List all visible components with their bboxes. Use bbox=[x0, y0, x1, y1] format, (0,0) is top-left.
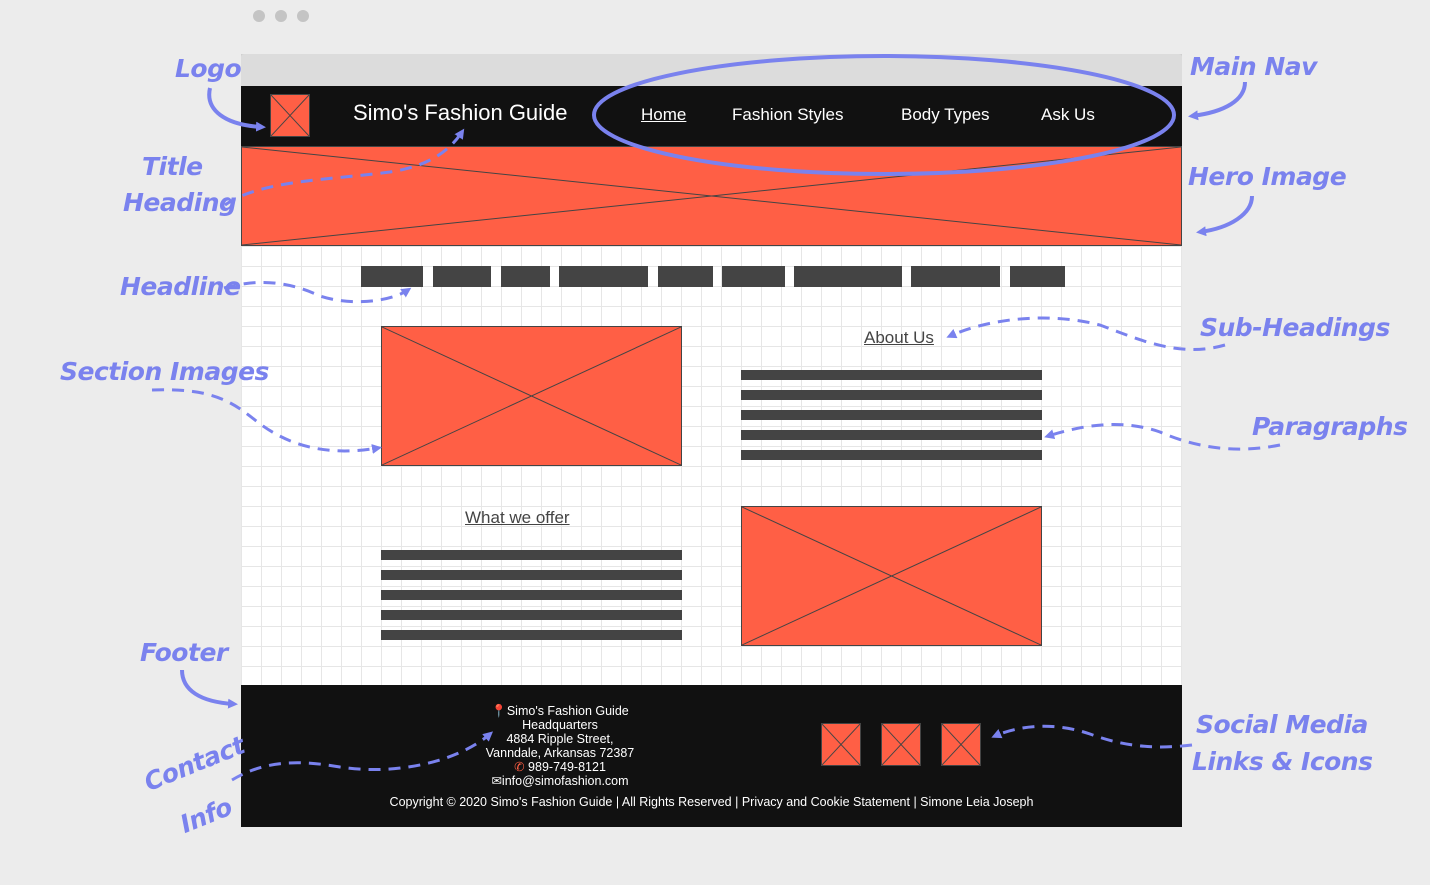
annotation-title-line1: Title bbox=[142, 152, 203, 181]
annotation-main-nav: Main Nav bbox=[1190, 52, 1317, 81]
annotation-social-line2: Links & Icons bbox=[1192, 747, 1373, 776]
social-media-icon[interactable] bbox=[881, 723, 921, 766]
annotation-sub-headings: Sub-Headings bbox=[1200, 313, 1390, 342]
annotation-paragraphs: Paragraphs bbox=[1252, 412, 1408, 441]
map-pin-icon: 📍 bbox=[491, 704, 507, 718]
browser-titlebar bbox=[241, 54, 1182, 86]
contact-hq: Headquarters bbox=[522, 718, 598, 732]
paragraph-line bbox=[741, 410, 1042, 420]
headline-word-block bbox=[794, 266, 902, 287]
site-title: Simo's Fashion Guide bbox=[353, 100, 568, 125]
annotation-footer: Footer bbox=[140, 638, 228, 667]
paragraph-line bbox=[741, 370, 1042, 380]
nav-item-fashion-styles[interactable]: Fashion Styles bbox=[732, 105, 844, 125]
headline-word-block bbox=[658, 266, 713, 287]
headline-word-block bbox=[433, 266, 491, 287]
headline-word-block bbox=[911, 266, 1000, 287]
paragraph-line bbox=[381, 570, 682, 580]
contact-city: Vanndale, Arkansas 72387 bbox=[485, 746, 635, 760]
about-us-subheading[interactable]: About Us bbox=[864, 328, 934, 348]
paragraph-line bbox=[381, 550, 682, 560]
section-image-placeholder bbox=[741, 506, 1042, 646]
window-dot-minimize[interactable] bbox=[275, 10, 287, 22]
contact-email[interactable]: info@simofashion.com bbox=[502, 774, 629, 788]
headline-word-block bbox=[1010, 266, 1065, 287]
annotation-contact-line1: Contact bbox=[140, 730, 249, 797]
window-dot-close[interactable] bbox=[253, 10, 265, 22]
social-media-icon[interactable] bbox=[821, 723, 861, 766]
annotation-title-line2: Heading bbox=[123, 188, 237, 217]
annotation-logo: Logo bbox=[175, 54, 242, 83]
window-dot-maximize[interactable] bbox=[297, 10, 309, 22]
annotation-social-line1: Social Media bbox=[1196, 710, 1368, 739]
annotation-headline: Headline bbox=[120, 272, 241, 301]
section-image-placeholder bbox=[381, 326, 682, 466]
phone-icon: ✆ bbox=[514, 760, 525, 774]
nav-item-home[interactable]: Home bbox=[641, 105, 686, 125]
headline-word-block bbox=[361, 266, 423, 287]
social-media-icon[interactable] bbox=[941, 723, 981, 766]
nav-item-ask-us[interactable]: Ask Us bbox=[1041, 105, 1095, 125]
copyright-text: Copyright © 2020 Simo's Fashion Guide | … bbox=[389, 795, 1034, 809]
paragraph-line bbox=[741, 390, 1042, 400]
paragraph-line bbox=[381, 610, 682, 620]
paragraph-line bbox=[381, 590, 682, 600]
annotation-contact-line2: Info bbox=[176, 792, 237, 839]
annotation-section-images: Section Images bbox=[60, 357, 269, 386]
annotation-hero-image: Hero Image bbox=[1188, 162, 1347, 191]
paragraph-line bbox=[381, 630, 682, 640]
nav-item-body-types[interactable]: Body Types bbox=[901, 105, 990, 125]
contact-company: Simo's Fashion Guide bbox=[506, 704, 629, 718]
contact-street: 4884 Ripple Street, bbox=[506, 732, 614, 746]
contact-phone[interactable]: 989-749-8121 bbox=[528, 760, 606, 774]
envelope-icon: ✉ bbox=[491, 774, 502, 788]
headline-word-block bbox=[722, 266, 785, 287]
headline-word-block bbox=[501, 266, 550, 287]
what-we-offer-subheading[interactable]: What we offer bbox=[465, 508, 570, 528]
headline-word-block bbox=[559, 266, 648, 287]
paragraph-line bbox=[741, 450, 1042, 460]
logo-placeholder[interactable] bbox=[270, 94, 310, 137]
contact-info: 📍Simo's Fashion Guide Headquarters 4884 … bbox=[400, 704, 720, 788]
hero-image-placeholder bbox=[241, 146, 1182, 246]
paragraph-line bbox=[741, 430, 1042, 440]
